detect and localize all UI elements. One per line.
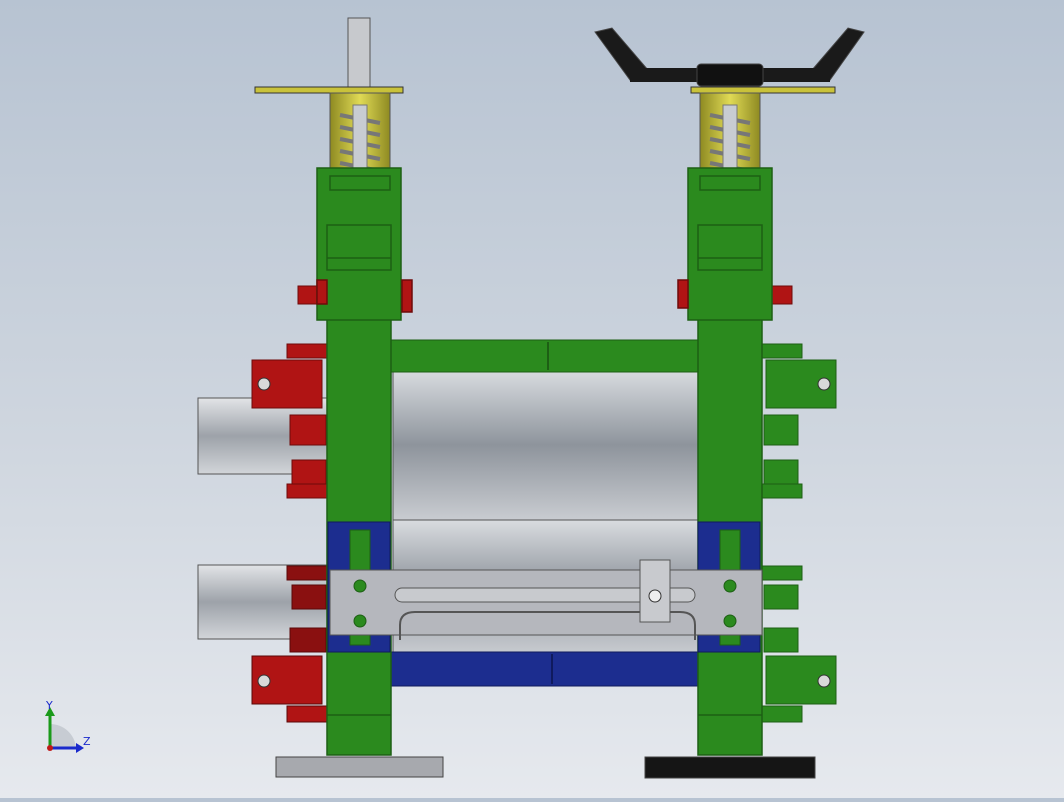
left-square-shaft[interactable] [347, 17, 371, 89]
axis-triad-icon: Y Z [45, 699, 91, 753]
right-top-plate[interactable] [690, 86, 836, 94]
cad-viewport[interactable]: Y Z [0, 0, 1064, 798]
right-base-foot[interactable] [644, 756, 816, 779]
axis-z-label: Z [83, 735, 91, 748]
top-work-roll[interactable] [389, 339, 701, 521]
rolling-mill-model[interactable]: Y Z [0, 0, 1064, 798]
entry-guide-plate[interactable] [329, 559, 763, 640]
left-base-foot[interactable] [275, 756, 444, 778]
right-coupling-lower[interactable] [761, 565, 837, 723]
handwheel-icon[interactable] [594, 27, 865, 87]
right-coupling-upper[interactable] [761, 285, 837, 499]
left-top-plate[interactable] [254, 86, 404, 94]
axis-y-label: Y [45, 699, 53, 712]
